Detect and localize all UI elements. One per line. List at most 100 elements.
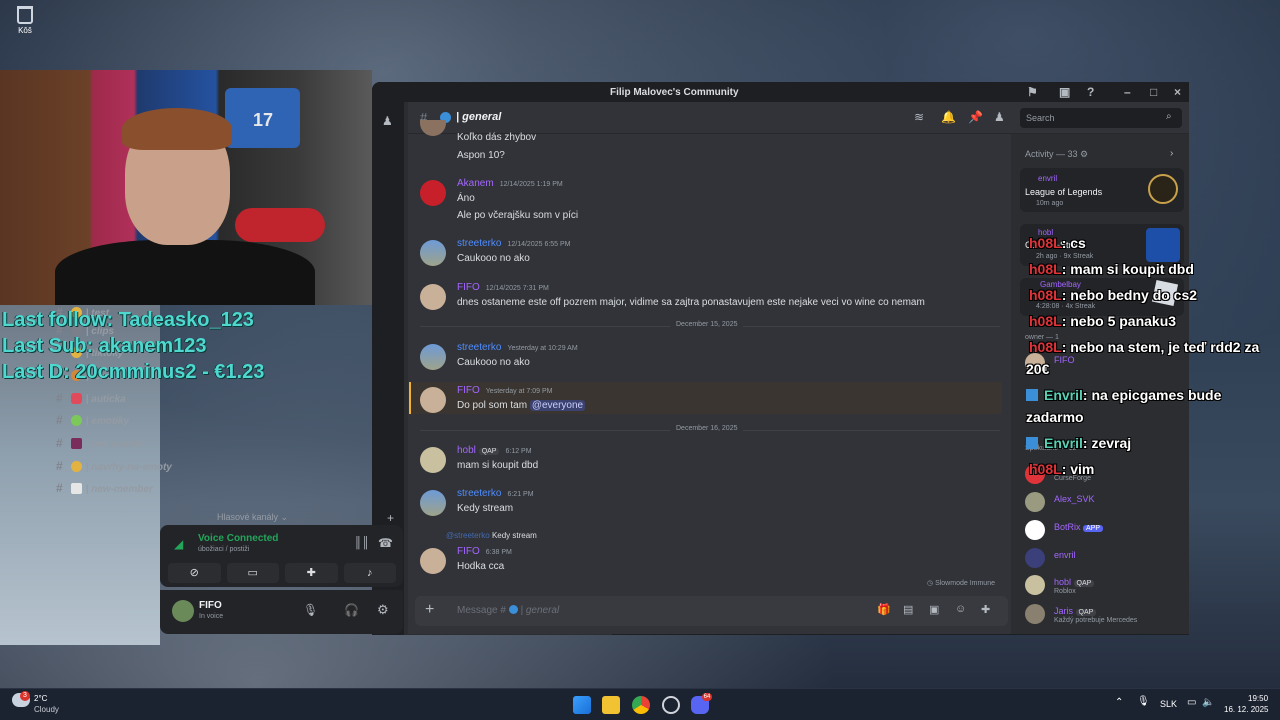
volume-icon[interactable]: 🔈 <box>1202 697 1214 708</box>
message-group: hobl QAP 6:12 PM mam si koupit dbd <box>420 445 1000 475</box>
message-author[interactable]: FIFO 6:38 PM <box>457 546 512 557</box>
soundboard-button[interactable]: ♪ <box>343 563 396 583</box>
language-indicator[interactable]: SLK <box>1160 699 1177 709</box>
message-author[interactable]: streeterko 6:21 PM <box>457 488 534 499</box>
stream-chat-line: h08L: vim <box>1029 461 1095 477</box>
activity-time: 10m ago <box>1036 200 1064 207</box>
headphones-icon[interactable]: 🎧 <box>344 603 359 617</box>
member-list-icon[interactable]: ♟ <box>994 110 1005 124</box>
voice-location[interactable]: úbožiaci / postiži <box>198 546 249 553</box>
message-text: dnes ostaneme este off pozrem major, vid… <box>457 297 925 308</box>
pin-icon[interactable]: 📌 <box>968 110 983 124</box>
avatar[interactable] <box>420 284 446 310</box>
avatar[interactable] <box>420 180 446 206</box>
flag-icon[interactable]: ⚑ <box>1027 85 1038 99</box>
microphone-tray-icon[interactable]: 🎙 <box>1137 696 1150 707</box>
recycle-bin-desktop-icon[interactable]: Kôš <box>10 6 40 35</box>
activity-card[interactable]: envril League of Legends 10m ago <box>1020 168 1184 212</box>
window-titlebar: Filip Malovec's Community ⚑ ▣ ? – □ × <box>372 82 1189 102</box>
weather-desc[interactable]: Cloudy <box>34 705 59 714</box>
message-author[interactable]: FIFO Yesterday at 7:09 PM <box>457 385 552 396</box>
stream-chat-line: h08L: nebo bedny do cs2 <box>1029 287 1198 303</box>
message-text: Hodka cca <box>457 561 505 572</box>
message-author[interactable]: streeterko 12/14/2025 6:55 PM <box>457 238 571 249</box>
message-text: Kedy stream <box>457 503 514 514</box>
chrome-icon[interactable] <box>632 696 650 714</box>
bell-icon[interactable]: 🔔 <box>941 110 956 124</box>
composer-placeholder: Message # | general <box>457 605 560 616</box>
channel-auticka[interactable]: # | auticka <box>56 391 126 405</box>
emoji-icon[interactable]: ☺ <box>955 603 966 615</box>
avatar[interactable] <box>420 120 446 136</box>
channel-emotiky[interactable]: # | emotiky <box>56 413 129 427</box>
voice-channels-category[interactable]: Hlasové kanály ⌄ <box>217 512 288 523</box>
search-icon: ⌕ <box>1166 111 1172 122</box>
channel-bot-srandy[interactable]: # | bot-srandy <box>56 436 143 450</box>
voice-status: Voice Connected <box>198 533 279 544</box>
chevron-up-icon[interactable]: ⌃ <box>1115 697 1123 708</box>
message-text: mam si koupit dbd <box>457 460 539 471</box>
network-icon[interactable]: ▭ <box>1187 697 1196 708</box>
avatar[interactable] <box>420 548 446 574</box>
file-explorer-icon[interactable] <box>602 696 620 714</box>
message-author[interactable]: FIFO 12/14/2025 7:31 PM <box>457 282 549 293</box>
search-input[interactable]: Search ⌕ <box>1020 108 1182 128</box>
message-author[interactable]: Akanem 12/14/2025 1:19 PM <box>457 178 563 189</box>
message-text: Caukooo no ako <box>457 253 530 264</box>
windows-start-icon[interactable] <box>573 696 591 714</box>
microphone-icon[interactable]: 🎙 <box>303 603 318 617</box>
help-icon[interactable]: ? <box>1087 85 1094 99</box>
close-button[interactable]: × <box>1174 85 1181 99</box>
inbox-icon[interactable]: ▣ <box>1059 85 1070 99</box>
message-group: Koľko dás zhybov Aspon 10? <box>420 120 1000 166</box>
message-author[interactable]: streeterko Yesterday at 10:29 AM <box>457 342 578 353</box>
avatar[interactable] <box>420 344 446 370</box>
apps-icon[interactable]: ✚ <box>981 603 990 616</box>
friends-icon[interactable]: ♟ <box>382 114 393 128</box>
gif-icon[interactable]: ▤ <box>903 603 913 616</box>
cube-emote-icon <box>1026 389 1038 401</box>
gift-icon[interactable]: 🎁 <box>877 603 891 616</box>
channel-name: | general <box>456 111 502 123</box>
weather-temp[interactable]: 2°C <box>34 694 47 703</box>
everyone-mention[interactable]: @everyone <box>529 400 586 411</box>
threads-icon[interactable]: ≋ <box>914 110 924 124</box>
clock-time[interactable]: 19:50 <box>1248 694 1268 703</box>
chevron-right-icon[interactable]: › <box>1170 148 1173 159</box>
message-group: streeterko Yesterday at 10:29 AM Caukooo … <box>420 342 1000 372</box>
noise-suppression-icon[interactable]: ║║ <box>354 537 370 549</box>
clock-date[interactable]: 16. 12. 2025 <box>1224 705 1268 714</box>
camera-off-button[interactable]: ⊘ <box>168 563 221 583</box>
hat-emoji-icon <box>70 438 82 449</box>
overlay-last-sub: Last Sub: akanem123 <box>2 335 207 357</box>
channel-new-member[interactable]: # | new-member <box>56 481 153 495</box>
disconnect-icon[interactable]: ☎ <box>378 536 393 550</box>
message-group: streeterko 12/14/2025 6:55 PM Caukooo no … <box>420 238 1000 268</box>
recycle-bin-icon <box>17 6 33 24</box>
screen-share-button[interactable]: ▭ <box>226 563 279 583</box>
user-name: FIFO <box>199 600 222 611</box>
league-of-legends-icon <box>1148 174 1178 204</box>
obs-icon[interactable] <box>662 696 680 714</box>
reply-preview[interactable]: @streeterko Kedy stream <box>446 531 537 540</box>
stream-chat-line: zadarmo <box>1026 409 1084 425</box>
avatar[interactable] <box>420 240 446 266</box>
sticker-icon[interactable]: ▣ <box>929 603 939 616</box>
avatar[interactable] <box>420 387 446 413</box>
add-attachment-icon[interactable]: + <box>425 601 434 619</box>
stream-chat-line: h08L: nebo 5 panaku3 <box>1029 313 1177 329</box>
avatar[interactable] <box>420 447 446 473</box>
alien-emoji-icon <box>70 415 82 426</box>
activities-button[interactable]: ✚ <box>285 563 338 583</box>
avatar[interactable] <box>172 600 194 622</box>
settings-gear-icon[interactable]: ⚙ <box>377 602 389 618</box>
date-divider: December 15, 2025 <box>420 321 1000 328</box>
message-author[interactable]: hobl QAP 6:12 PM <box>457 445 532 456</box>
signal-icon: ◢ <box>174 537 184 551</box>
message-composer[interactable]: + Message # | general 🎁 ▤ ▣ ☺ ✚ <box>415 596 1008 626</box>
channel-navrhy-na-emoty[interactable]: # | navrhy-na-emoty <box>56 459 172 473</box>
avatar[interactable] <box>420 490 446 516</box>
minimize-button[interactable]: – <box>1124 85 1131 99</box>
maximize-button[interactable]: □ <box>1150 85 1157 99</box>
add-voice-channel-icon[interactable]: + <box>387 511 394 525</box>
